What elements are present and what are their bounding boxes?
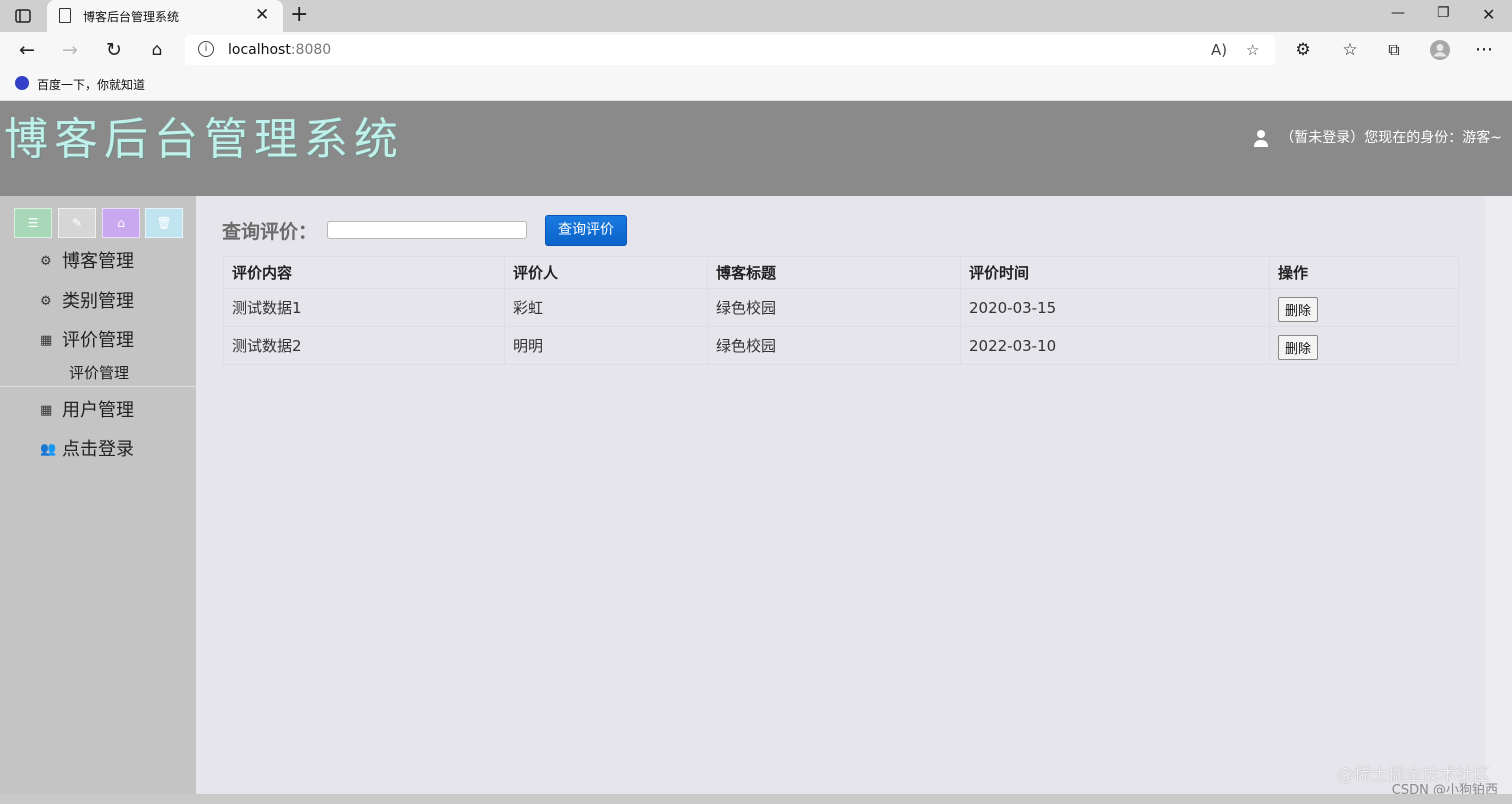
read-aloud-icon[interactable]: A) bbox=[1211, 41, 1227, 59]
address-url[interactable]: localhost:8080 bbox=[228, 42, 331, 58]
sidebar-item-label: 博客管理 bbox=[62, 251, 134, 272]
user-icon bbox=[1253, 130, 1268, 147]
scrollbar-track[interactable] bbox=[1485, 196, 1512, 794]
sidebar-item-label: 评价管理 bbox=[62, 330, 134, 351]
cell-time: 2022-03-10 bbox=[960, 326, 1270, 365]
add-favorite-icon[interactable]: ☆ bbox=[1246, 41, 1259, 59]
cell-reviewer: 彩虹 bbox=[504, 288, 708, 327]
extensions-icon[interactable]: ⚙ bbox=[1291, 38, 1315, 62]
gears-icon: ⚙ bbox=[40, 254, 52, 269]
users-icon: 👥 bbox=[40, 442, 57, 457]
window-close-icon[interactable]: ✕ bbox=[1482, 5, 1495, 24]
sidebar-item-category[interactable]: ⚙ 类别管理 bbox=[40, 287, 134, 313]
page-title: 博客后台管理系统 bbox=[4, 114, 404, 165]
cell-reviewer: 明明 bbox=[504, 326, 708, 365]
cell-action: 删除 bbox=[1269, 326, 1459, 365]
restore-icon[interactable]: ❐ bbox=[1437, 5, 1450, 21]
cell-blog-title: 绿色校园 bbox=[707, 288, 961, 327]
page-icon bbox=[59, 8, 71, 23]
sidebar-item-login[interactable]: 👥 点击登录 bbox=[40, 435, 134, 461]
refresh-icon[interactable]: ↻ bbox=[102, 38, 126, 62]
review-table: 评价内容 评价人 博客标题 评价时间 操作 测试数据1 彩虹 绿色校园 2020… bbox=[223, 256, 1459, 365]
browser-tab-strip: 博客后台管理系统 ✕ + — ❐ ✕ bbox=[0, 0, 1512, 32]
column-header: 博客标题 bbox=[707, 256, 961, 289]
sidebar-subitem-review[interactable]: 评价管理 bbox=[69, 362, 129, 383]
new-tab-icon[interactable]: + bbox=[290, 3, 308, 27]
baidu-paw-icon bbox=[15, 76, 29, 90]
forward-icon[interactable]: → bbox=[58, 38, 82, 62]
table-row: 测试数据1 彩虹 绿色校园 2020-03-15 删除 bbox=[223, 288, 1459, 327]
table-header-row: 评价内容 评价人 博客标题 评价时间 操作 bbox=[223, 256, 1459, 289]
gears-icon: ⚙ bbox=[40, 294, 52, 309]
tab-actions-icon[interactable] bbox=[14, 7, 32, 25]
cell-content: 测试数据2 bbox=[223, 326, 505, 365]
close-tab-icon[interactable]: ✕ bbox=[255, 5, 269, 25]
site-info-icon[interactable]: i bbox=[198, 41, 214, 57]
trash-shortcut-button[interactable]: 🗑 bbox=[145, 208, 183, 238]
bookmark-baidu[interactable]: 百度一下，你就知道 bbox=[37, 76, 145, 93]
bookmarks-bar: 百度一下，你就知道 bbox=[0, 68, 1512, 101]
browser-tab[interactable]: 博客后台管理系统 ✕ bbox=[47, 0, 283, 32]
column-header: 评价内容 bbox=[223, 256, 505, 289]
user-status-text: （暂未登录）您现在的身份：游客~ bbox=[1280, 130, 1502, 146]
browser-toolbar: ← → ↻ ⌂ i localhost:8080 A) ☆ ⚙ ☆ ⧉ ··· bbox=[0, 32, 1512, 68]
search-input[interactable] bbox=[327, 221, 527, 239]
tab-title: 博客后台管理系统 bbox=[83, 10, 180, 24]
more-icon[interactable]: ··· bbox=[1472, 38, 1496, 62]
app-header: 博客后台管理系统 （暂未登录）您现在的身份：游客~ bbox=[0, 101, 1512, 196]
cell-blog-title: 绿色校园 bbox=[707, 326, 961, 365]
collections-icon[interactable]: ⧉ bbox=[1382, 38, 1406, 62]
sidebar-item-review[interactable]: ▦ 评价管理 bbox=[40, 326, 134, 352]
sidebar-divider bbox=[0, 386, 196, 387]
edit-shortcut-button[interactable]: ✎ bbox=[58, 208, 96, 238]
cell-time: 2020-03-15 bbox=[960, 288, 1270, 327]
column-header: 评价人 bbox=[504, 256, 708, 289]
bottom-bar bbox=[0, 794, 1512, 804]
sidebar-item-blog[interactable]: ⚙ 博客管理 bbox=[40, 247, 134, 273]
column-header: 评价时间 bbox=[960, 256, 1270, 289]
home-shortcut-button[interactable]: ⌂ bbox=[102, 208, 140, 238]
grid-icon: ▦ bbox=[40, 403, 53, 418]
sidebar: ☰ ✎ ⌂ 🗑 ⚙ 博客管理 ⚙ 类别管理 ▦ 评价管理 评价管理 ▦ 用户管理 👥 点击… bbox=[0, 196, 196, 794]
sidebar-item-user[interactable]: ▦ 用户管理 bbox=[40, 396, 134, 422]
home-icon[interactable]: ⌂ bbox=[145, 38, 169, 62]
table-row: 测试数据2 明明 绿色校园 2022-03-10 删除 bbox=[223, 326, 1459, 365]
sidebar-item-label: 点击登录 bbox=[62, 439, 134, 460]
column-header: 操作 bbox=[1269, 256, 1459, 289]
search-button[interactable]: 查询评价 bbox=[545, 215, 627, 246]
user-status: （暂未登录）您现在的身份：游客~ bbox=[1253, 127, 1502, 147]
favorites-icon[interactable]: ☆ bbox=[1338, 38, 1362, 62]
delete-button[interactable]: 删除 bbox=[1278, 296, 1319, 322]
profile-avatar[interactable] bbox=[1428, 38, 1452, 62]
cell-content: 测试数据1 bbox=[223, 288, 505, 327]
delete-button[interactable]: 删除 bbox=[1278, 334, 1319, 360]
grid-icon: ▦ bbox=[40, 333, 53, 348]
minimize-icon[interactable]: — bbox=[1391, 5, 1405, 21]
sidebar-item-label: 类别管理 bbox=[62, 291, 134, 312]
main-content: 查询评价： 查询评价 评价内容 评价人 博客标题 评价时间 操作 测试数据1 彩… bbox=[197, 196, 1485, 794]
address-bar[interactable]: i localhost:8080 A) ☆ bbox=[185, 35, 1275, 65]
search-label: 查询评价： bbox=[222, 221, 318, 243]
back-icon[interactable]: ← bbox=[15, 38, 39, 62]
cell-action: 删除 bbox=[1269, 288, 1459, 327]
list-shortcut-button[interactable]: ☰ bbox=[14, 208, 52, 238]
sidebar-item-label: 用户管理 bbox=[62, 400, 134, 421]
